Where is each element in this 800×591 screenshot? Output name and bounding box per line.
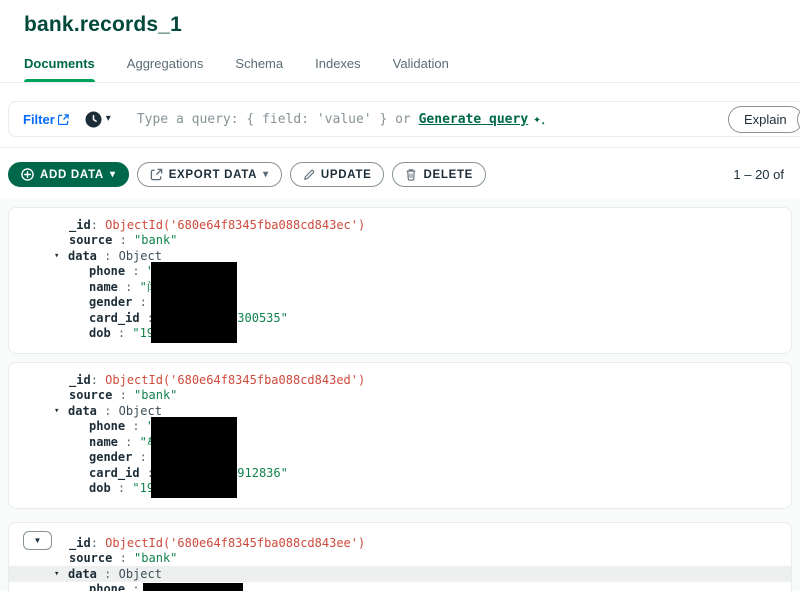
history-clock-icon [85, 111, 102, 128]
expand-document-button[interactable]: ▼ [23, 531, 52, 550]
tab-aggregations[interactable]: Aggregations [127, 56, 204, 82]
redaction-box [151, 262, 237, 343]
field-key: name [89, 434, 118, 449]
tab-aggregations-label: Aggregations [126, 56, 204, 71]
field-row-source: source : "bank" [69, 388, 178, 403]
filter-label: Filter [23, 111, 55, 127]
document-list: _id: ObjectId('680e64f8345fba088cd843ec'… [0, 199, 800, 591]
objectid-value: ObjectId('680e64f8345fba088cd843ec') [105, 217, 366, 232]
filter-link[interactable]: Filter [23, 112, 69, 127]
field-row-source: source : "bank" [69, 233, 178, 248]
tab-validation-label: Validation [392, 56, 449, 71]
external-link-icon [57, 113, 69, 125]
field-row-data-hovered[interactable]: ▾ data : Object [9, 566, 791, 582]
field-key: _id [69, 217, 91, 232]
collection-header: bank.records_1 [0, 0, 800, 37]
field-key: phone [89, 264, 126, 279]
sparkle-mini-icon: ✦ [541, 119, 546, 127]
string-value: 912836" [237, 465, 288, 480]
object-type-label: Object [118, 566, 162, 581]
field-key: card_id [89, 465, 140, 480]
sparkle-icon: ✦ [533, 111, 541, 127]
string-value: 300535" [237, 310, 288, 325]
generate-query-link[interactable]: Generate query [419, 112, 529, 127]
delete-button[interactable]: DELETE [392, 162, 487, 187]
field-key: gender [89, 295, 133, 310]
collection-tabs: Documents Aggregations Schema Indexes Va… [0, 56, 800, 83]
object-type-label: Object [118, 248, 162, 263]
field-key: phone [89, 582, 126, 591]
collapse-caret-icon[interactable]: ▾ [54, 251, 68, 261]
objectid-value: ObjectId('680e64f8345fba088cd843ed') [105, 372, 366, 387]
query-placeholder-text: Type a query: { field: 'value' } or [136, 111, 419, 127]
string-value: "bank" [134, 551, 178, 566]
field-key: data [68, 403, 97, 418]
document-card-1[interactable]: _id: ObjectId('680e64f8345fba088cd843ec'… [8, 207, 792, 354]
document-card-2[interactable]: _id: ObjectId('680e64f8345fba088cd843ed'… [8, 362, 792, 509]
collapse-caret-icon[interactable]: ▾ [54, 569, 68, 579]
tab-indexes-label: Indexes [315, 56, 361, 71]
pagination-status: 1 – 20 of [733, 167, 784, 182]
plus-circle-icon [21, 168, 34, 181]
pencil-icon [303, 169, 315, 181]
field-key: dob [89, 481, 111, 496]
update-label: UPDATE [320, 168, 372, 181]
compass-documents-view: bank.records_1 Documents Aggregations Sc… [0, 0, 800, 591]
query-bar-section: Filter ▾ Type a query: { field: 'value' … [0, 83, 800, 148]
crud-toolbar: ADD DATA ▾ EXPORT DATA ▾ UPDATE DELETE 1… [0, 148, 800, 199]
tab-documents[interactable]: Documents [24, 56, 95, 82]
field-key: data [68, 566, 97, 581]
export-data-label: EXPORT DATA [168, 168, 258, 181]
tab-indexes[interactable]: Indexes [315, 56, 361, 82]
objectid-value: ObjectId('680e64f8345fba088cd843ee') [105, 535, 366, 550]
string-value: "bank" [134, 233, 178, 248]
field-key: source [69, 388, 113, 403]
query-history-button[interactable]: ▾ [85, 111, 111, 128]
field-key: name [89, 279, 118, 294]
field-key: source [69, 551, 113, 566]
trash-icon [405, 168, 417, 181]
active-tab-underline [24, 79, 95, 82]
redaction-box [143, 583, 243, 591]
query-input[interactable]: Type a query: { field: 'value' } or Gene… [136, 111, 546, 128]
redaction-box [151, 417, 237, 498]
tab-schema[interactable]: Schema [235, 56, 283, 82]
explain-button[interactable]: Explain [728, 106, 800, 133]
field-key: dob [89, 326, 111, 341]
field-key: source [69, 233, 113, 248]
expander-caret-icon: ▼ [33, 536, 42, 545]
tab-schema-label: Schema [235, 56, 284, 71]
add-data-caret-icon: ▾ [109, 168, 116, 180]
query-bar[interactable]: Filter ▾ Type a query: { field: 'value' … [8, 101, 800, 137]
export-icon [150, 168, 163, 181]
delete-label: DELETE [423, 168, 474, 181]
collapse-caret-icon[interactable]: ▾ [54, 406, 68, 416]
history-caret-icon: ▾ [105, 113, 111, 124]
document-card-3[interactable]: ▼ _id: ObjectId('680e64f8345fba088cd843e… [8, 522, 792, 591]
field-row-id: _id: ObjectId('680e64f8345fba088cd843ee'… [69, 535, 366, 550]
add-data-label: ADD DATA [40, 168, 104, 181]
field-row-id: _id: ObjectId('680e64f8345fba088cd843ed'… [69, 372, 366, 387]
field-key: _id [69, 535, 91, 550]
tab-documents-label: Documents [24, 56, 95, 71]
field-key: data [68, 248, 97, 263]
object-type-label: Object [118, 403, 162, 418]
field-key: phone [89, 419, 126, 434]
page-title: bank.records_1 [24, 13, 183, 36]
update-button[interactable]: UPDATE [289, 162, 385, 187]
tab-validation[interactable]: Validation [393, 56, 449, 82]
string-value: "bank" [134, 388, 178, 403]
field-row-id: _id: ObjectId('680e64f8345fba088cd843ec'… [69, 217, 366, 232]
export-data-caret-icon: ▾ [263, 168, 269, 180]
field-key: _id [69, 372, 91, 387]
field-key: gender [89, 450, 133, 465]
field-key: card_id [89, 310, 140, 325]
add-data-button[interactable]: ADD DATA ▾ [8, 162, 129, 187]
field-row-source: source : "bank" [69, 551, 178, 566]
export-data-button[interactable]: EXPORT DATA ▾ [136, 162, 282, 187]
